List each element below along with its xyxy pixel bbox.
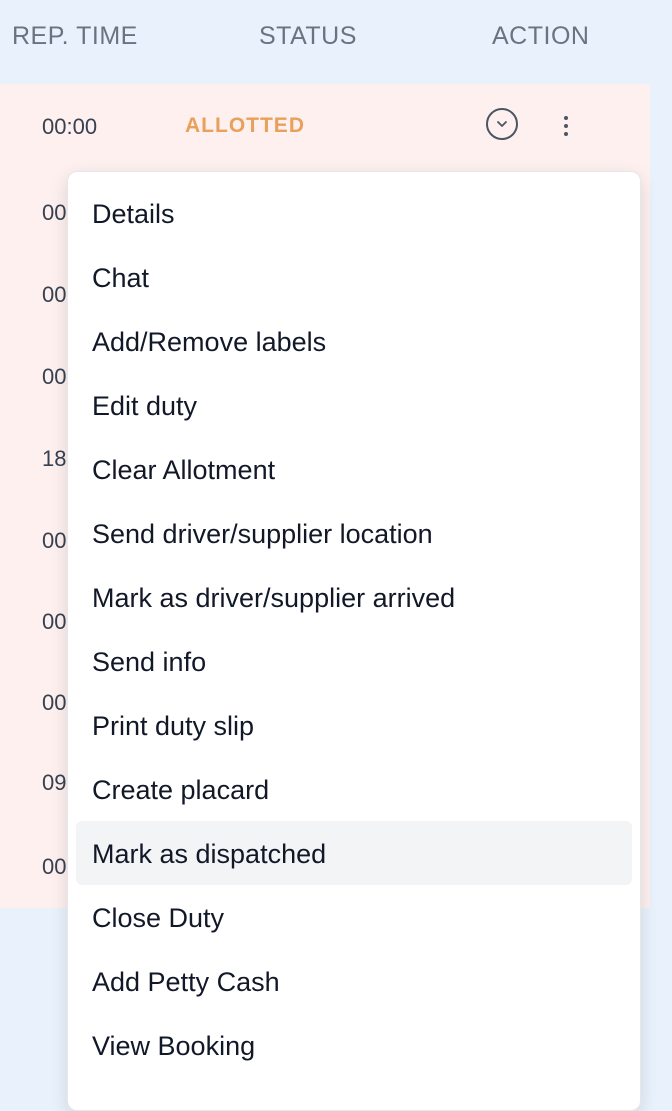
menu-item-label: Add Petty Cash (92, 967, 280, 997)
menu-item-label: Add/Remove labels (92, 327, 327, 357)
menu-item-label: Edit duty (92, 391, 198, 421)
menu-item-label: Send info (92, 647, 207, 677)
menu-item-create-placard[interactable]: Create placard (76, 757, 632, 821)
menu-item-label: Mark as driver/supplier arrived (92, 583, 456, 613)
menu-item-label: Send driver/supplier location (92, 519, 433, 549)
row-actions-menu: Details Chat Add/Remove labels Edit duty… (67, 171, 641, 1111)
menu-item-edit-duty[interactable]: Edit duty (76, 373, 632, 437)
menu-item-label: Print duty slip (92, 711, 255, 741)
row-actions-button[interactable] (554, 110, 578, 140)
column-header-rep-time: REP. TIME (12, 22, 138, 50)
menu-item-add-remove-labels[interactable]: Add/Remove labels (76, 309, 632, 373)
menu-item-chat[interactable]: Chat (76, 245, 632, 309)
rep-time-cell: 00 (42, 854, 67, 879)
menu-item-label: View Booking (92, 1031, 256, 1061)
menu-item-label: Clear Allotment (92, 455, 276, 485)
menu-item-label: Mark as dispatched (92, 839, 327, 869)
expand-row-button[interactable] (486, 108, 518, 140)
menu-item-mark-dispatched[interactable]: Mark as dispatched (76, 821, 632, 885)
rep-time-cell: 09 (42, 770, 67, 795)
rep-time-cell: 00 (42, 609, 67, 634)
table-header: REP. TIME STATUS ACTION (0, 0, 672, 84)
rep-time-cell: 00 (42, 690, 67, 715)
menu-item-label: Details (92, 199, 175, 229)
menu-item-view-booking[interactable]: View Booking (76, 1013, 632, 1077)
status-badge: ALLOTTED (185, 114, 305, 137)
menu-item-label: Close Duty (92, 903, 225, 933)
rep-time-cell: 00 (42, 282, 67, 307)
rep-time-cell: 00:00 (42, 114, 98, 139)
menu-item-mark-arrived[interactable]: Mark as driver/supplier arrived (76, 565, 632, 629)
chevron-down-icon (497, 121, 507, 127)
menu-item-close-duty[interactable]: Close Duty (76, 885, 632, 949)
menu-item-add-petty-cash[interactable]: Add Petty Cash (76, 949, 632, 1013)
menu-item-send-info[interactable]: Send info (76, 629, 632, 693)
menu-item-label: Chat (92, 263, 150, 293)
kebab-menu-icon (564, 116, 568, 120)
menu-item-details[interactable]: Details (76, 181, 632, 245)
menu-item-send-location[interactable]: Send driver/supplier location (76, 501, 632, 565)
rep-time-cell: 00 (42, 200, 67, 225)
menu-item-label: Create placard (92, 775, 270, 805)
rep-time-cell: 00 (42, 364, 67, 389)
table-row[interactable]: 00:00 ALLOTTED (0, 84, 650, 166)
column-header-status: STATUS (259, 22, 357, 50)
menu-item-clear-allotment[interactable]: Clear Allotment (76, 437, 632, 501)
rep-time-cell: 18 (42, 446, 67, 471)
column-header-action: ACTION (492, 22, 590, 50)
menu-item-print-duty-slip[interactable]: Print duty slip (76, 693, 632, 757)
rep-time-cell: 00 (42, 528, 67, 553)
